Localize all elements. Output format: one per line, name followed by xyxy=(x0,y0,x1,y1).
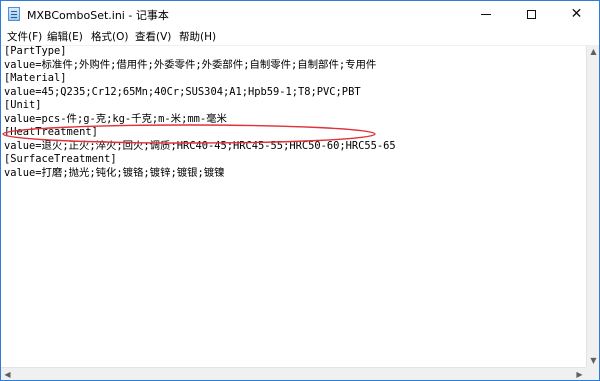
line-heattreatment-value: value=退火;正火;淬火;回火;调质;HRC40-45;HRC45-55;H… xyxy=(4,139,396,152)
title-bar[interactable]: MXBComboSet.ini - 记事本 ✕ xyxy=(1,1,599,27)
window-title: MXBComboSet.ini - 记事本 xyxy=(27,9,169,22)
menu-file[interactable]: 文件(F) xyxy=(7,29,42,44)
scroll-down-arrow-icon[interactable]: ▼ xyxy=(587,354,599,368)
notepad-window: MXBComboSet.ini - 记事本 ✕ 文件(F) 编辑(E) 格式(O… xyxy=(0,0,600,381)
notepad-app-icon xyxy=(8,7,20,21)
close-icon: ✕ xyxy=(570,6,583,22)
line-heattreatment-header: [HeatTreatment] xyxy=(4,126,98,138)
menu-view[interactable]: 查看(V) xyxy=(135,29,171,44)
line-material-header: [Material] xyxy=(4,72,67,84)
menu-bar: 文件(F) 编辑(E) 格式(O) 查看(V) 帮助(H) xyxy=(1,27,599,45)
menu-format[interactable]: 格式(O) xyxy=(91,29,128,44)
line-parttype-header: [PartType] xyxy=(4,45,67,57)
horizontal-scrollbar[interactable]: ◀ ▶ xyxy=(1,367,586,380)
menu-edit[interactable]: 编辑(E) xyxy=(47,29,83,44)
minimize-icon xyxy=(480,13,491,15)
document-text: [PartType] value=标准件;外购件;借用件;外委零件;外委部件;自… xyxy=(4,45,396,180)
line-surfacetreatment-value: value=打磨;抛光;钝化;镀铬;镀锌;镀银;镀镍 xyxy=(4,166,225,179)
maximize-button[interactable] xyxy=(509,1,554,27)
line-parttype-value: value=标准件;外购件;借用件;外委零件;外委部件;自制零件;自制部件;专用… xyxy=(4,58,377,71)
vertical-scrollbar[interactable]: ▲ ▼ xyxy=(586,45,599,368)
minimize-button[interactable] xyxy=(463,1,508,27)
text-editor-area[interactable]: [PartType] value=标准件;外购件;借用件;外委零件;外委部件;自… xyxy=(1,45,586,368)
line-material-value: value=45;Q235;Cr12;65Mn;40Cr;SUS304;A1;H… xyxy=(4,85,361,98)
menu-help[interactable]: 帮助(H) xyxy=(179,29,216,44)
line-unit-header: [Unit] xyxy=(4,99,42,111)
scroll-left-arrow-icon[interactable]: ◀ xyxy=(1,368,14,380)
line-surfacetreatment-header: [SurfaceTreatment] xyxy=(4,153,117,165)
scroll-up-arrow-icon[interactable]: ▲ xyxy=(587,45,599,59)
close-button[interactable]: ✕ xyxy=(554,1,599,27)
scroll-right-arrow-icon[interactable]: ▶ xyxy=(573,368,586,380)
scrollbar-corner xyxy=(586,367,599,380)
maximize-icon xyxy=(527,9,536,19)
line-unit-value: value=pcs-件;g-克;kg-千克;m-米;mm-毫米 xyxy=(4,112,227,125)
